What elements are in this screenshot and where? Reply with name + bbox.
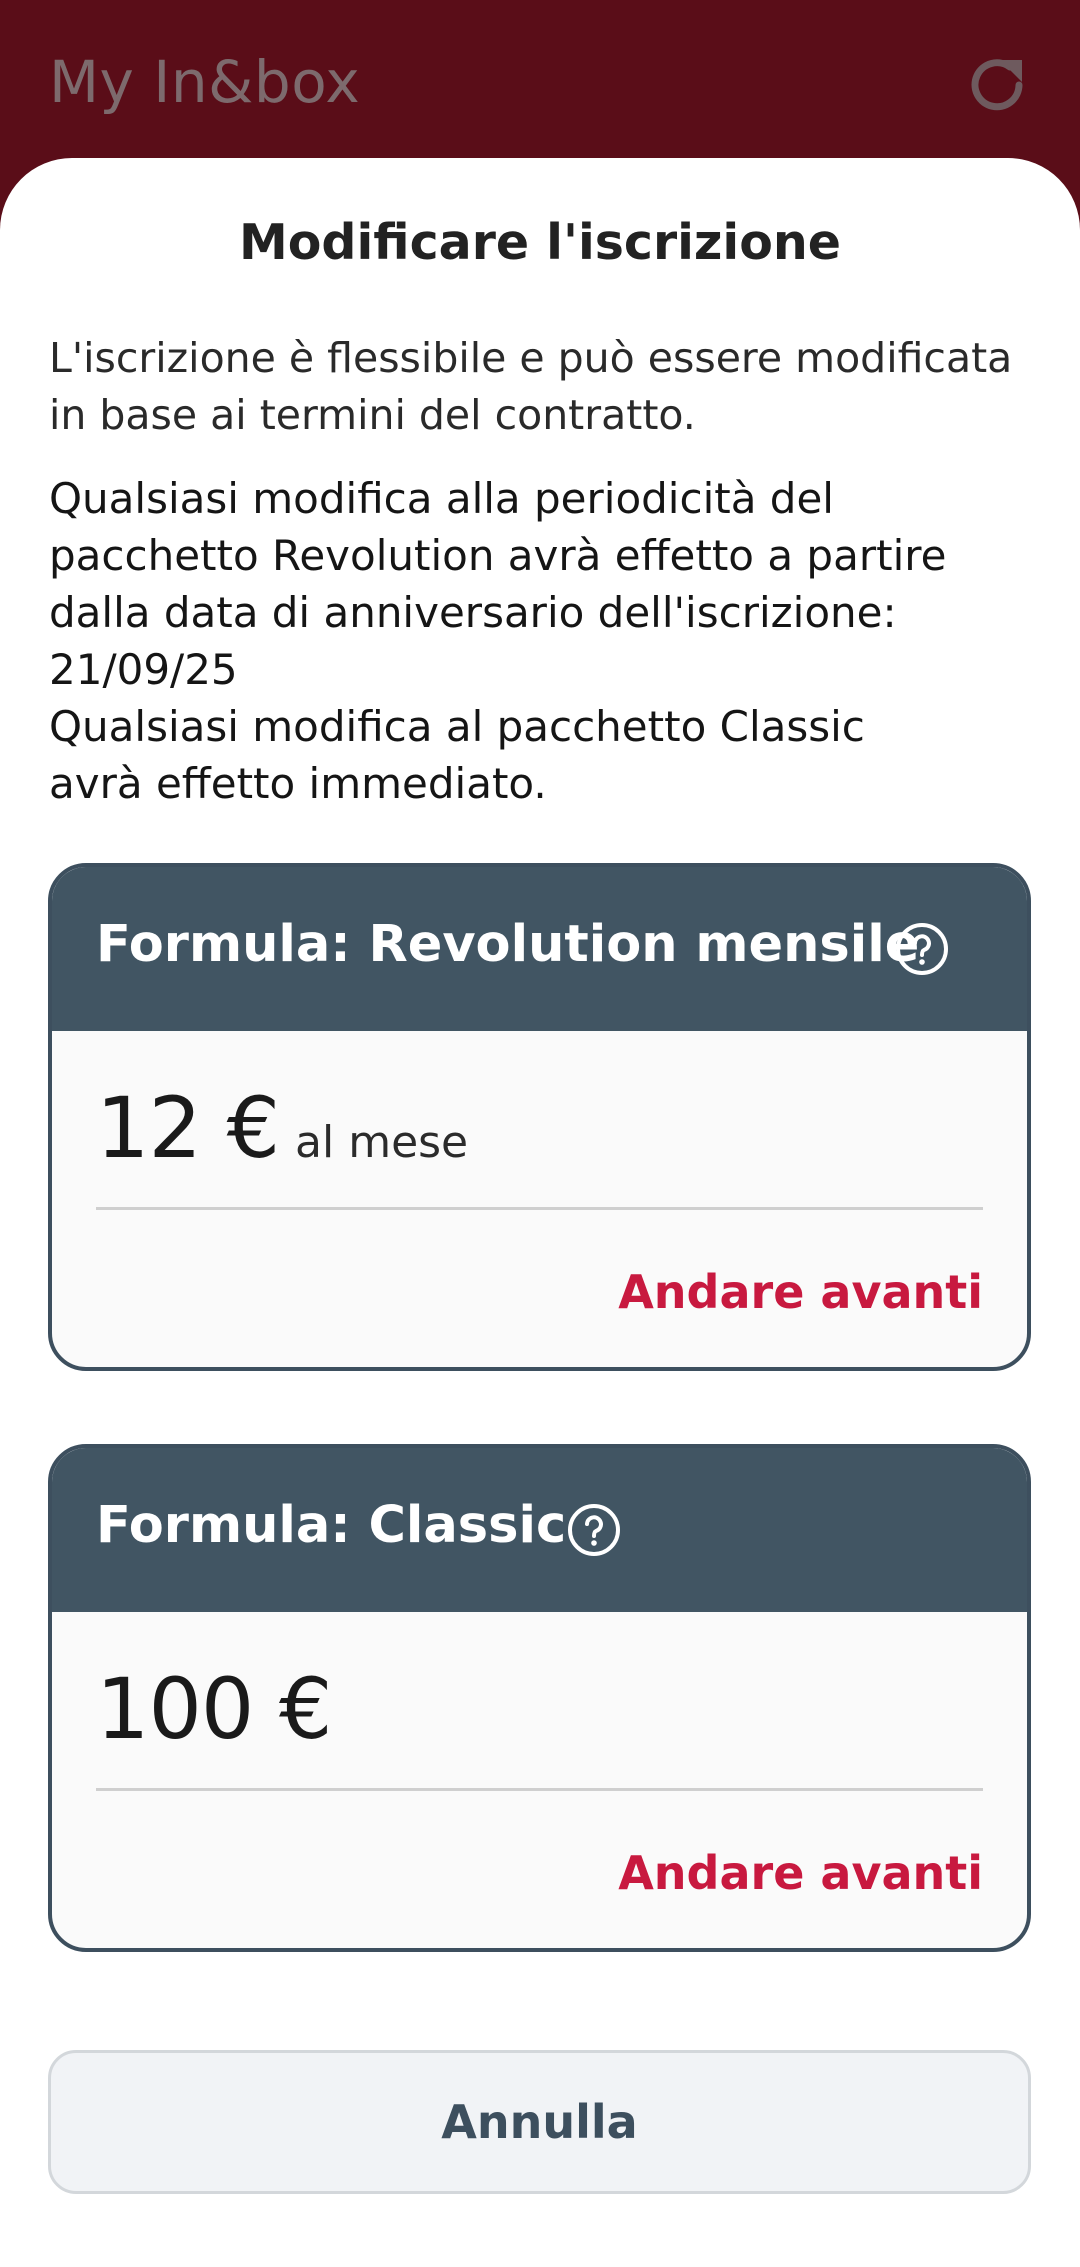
- notice-text: Qualsiasi modifica alla periodicità del …: [49, 470, 1034, 812]
- cancel-button[interactable]: Annulla: [48, 2050, 1031, 2194]
- app-bar: My In&box: [0, 0, 1080, 170]
- notice-line: Qualsiasi modifica al pacchetto Classic: [49, 702, 865, 751]
- intro-text: L'iscrizione è flessibile e può essere m…: [49, 334, 1013, 439]
- notice-line: 21/09/25: [49, 645, 238, 694]
- plan-card-classic: Formula: Classic 100 € Andare avanti: [48, 1444, 1031, 1952]
- plan-card-header: Formula: Revolution mensile: [52, 867, 1027, 1031]
- plan-price: 12 € al mese: [96, 1079, 468, 1177]
- notice-line: Qualsiasi modifica alla periodicità del: [49, 474, 834, 523]
- help-circle-icon[interactable]: [566, 1502, 622, 1558]
- divider: [96, 1207, 983, 1210]
- notice-line: dalla data di anniversario dell'iscrizio…: [49, 588, 897, 637]
- plan-card-title: Formula: Revolution mensile: [96, 915, 920, 974]
- price-unit: al mese: [295, 1117, 469, 1168]
- continue-button[interactable]: Andare avanti: [618, 1846, 983, 1900]
- help-circle-icon[interactable]: [894, 921, 950, 977]
- refresh-icon[interactable]: [962, 50, 1032, 120]
- sheet-title: Modificare l'iscrizione: [238, 214, 842, 271]
- continue-button[interactable]: Andare avanti: [618, 1265, 983, 1319]
- app-title: My In&box: [49, 48, 361, 116]
- plan-card-header: Formula: Classic: [52, 1448, 1027, 1612]
- notice-line: avrà effetto immediato.: [49, 759, 547, 808]
- price-amount: 100 €: [96, 1660, 332, 1758]
- plan-card-title: Formula: Classic: [96, 1496, 567, 1555]
- price-amount: 12 €: [96, 1079, 280, 1177]
- plan-card-revolution: Formula: Revolution mensile 12 € al mese …: [48, 863, 1031, 1371]
- divider: [96, 1788, 983, 1791]
- bottom-sheet: Modificare l'iscrizione L'iscrizione è f…: [0, 158, 1080, 2267]
- notice-line: pacchetto Revolution avrà effetto a part…: [49, 531, 947, 580]
- plan-price: 100 €: [96, 1660, 332, 1758]
